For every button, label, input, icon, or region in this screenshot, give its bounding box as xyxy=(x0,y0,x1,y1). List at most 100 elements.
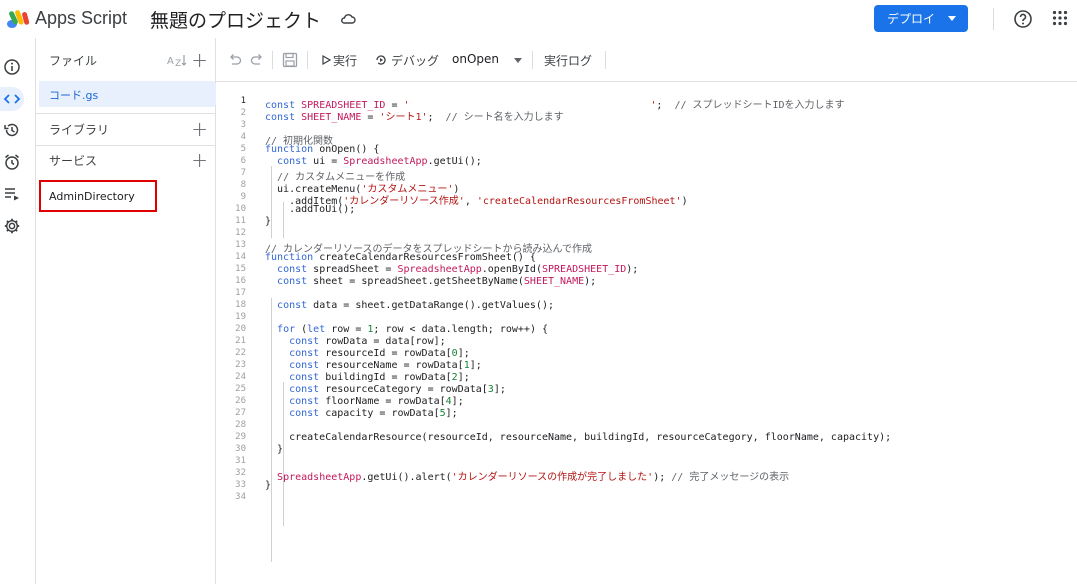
add-file-icon[interactable]: + xyxy=(191,50,208,70)
code-text: } xyxy=(265,216,272,227)
header-divider xyxy=(993,8,994,30)
line-number: 3 xyxy=(240,120,246,130)
toolbar-divider xyxy=(532,51,533,69)
google-apps-grid-icon[interactable] xyxy=(1052,10,1068,26)
add-service-icon[interactable]: + xyxy=(191,150,208,170)
info-icon xyxy=(4,59,20,75)
line-number: 34 xyxy=(235,492,246,502)
code-text: const resourceName = rowData[1]; xyxy=(289,360,482,371)
line-number: 13 xyxy=(235,240,246,250)
editor-toolbar: 実行 デバッグ onOpen 実行ログ xyxy=(216,38,1077,82)
service-item-admin-directory[interactable]: AdminDirectory xyxy=(39,180,157,212)
line-number: 18 xyxy=(235,300,246,310)
line-number: 12 xyxy=(235,228,246,238)
code-editor[interactable]: 1 const SPREADSHEET_ID = ' '; // スプレッドシート… xyxy=(216,82,1077,584)
line-number: 2 xyxy=(240,108,246,118)
code-text: for (let row = 1; row < data.length; row… xyxy=(277,324,549,335)
file-item-code-gs[interactable]: コード.gs xyxy=(39,81,216,107)
gear-icon xyxy=(4,218,20,234)
help-icon[interactable] xyxy=(1013,9,1033,29)
app-name: Apps Script xyxy=(35,8,128,28)
chevron-down-icon[interactable] xyxy=(514,58,522,63)
alarm-clock-icon xyxy=(5,154,19,170)
line-number: 27 xyxy=(235,408,246,418)
line-number: 5 xyxy=(240,144,246,154)
code-text: const buildingId = rowData[2]; xyxy=(289,372,470,383)
code-text: .addToUi(); xyxy=(265,204,356,215)
line-number: 25 xyxy=(235,384,246,394)
files-label: ファイル xyxy=(49,53,98,68)
line-number: 21 xyxy=(235,336,246,346)
libraries-row: ライブラリ + xyxy=(36,114,216,144)
files-header: ファイル A Z + xyxy=(36,45,216,75)
line-number: 28 xyxy=(235,420,246,430)
line-number: 9 xyxy=(240,192,246,202)
line-number: 33 xyxy=(235,480,246,490)
line-number: 26 xyxy=(235,396,246,406)
save-icon[interactable] xyxy=(282,52,298,68)
code-text: const rowData = data[row]; xyxy=(289,336,446,347)
run-label: 実行 xyxy=(333,54,358,68)
line-number: 17 xyxy=(235,288,246,298)
svg-text:Z: Z xyxy=(175,59,181,67)
play-icon xyxy=(322,55,331,65)
nav-triggers[interactable] xyxy=(0,150,24,174)
code-text: const resourceCategory = rowData[3]; xyxy=(289,384,506,395)
execution-log-button[interactable]: 実行ログ xyxy=(544,52,592,69)
code-text: const data = sheet.getDataRange().getVal… xyxy=(277,300,554,311)
line-number: 23 xyxy=(235,360,246,370)
line-number: 31 xyxy=(235,456,246,466)
playlist-play-icon xyxy=(5,188,19,201)
code-text: } xyxy=(265,444,284,455)
nav-overview[interactable] xyxy=(0,55,24,79)
toolbar-divider xyxy=(307,51,308,69)
code-text: const SHEET_NAME = 'シート1'; // シート名を入力します xyxy=(265,112,564,123)
line-number: 10 xyxy=(235,204,246,214)
line-number: 6 xyxy=(240,156,246,166)
nav-executions[interactable] xyxy=(0,182,24,206)
line-number: 11 xyxy=(235,216,246,226)
function-select[interactable]: onOpen xyxy=(452,52,499,66)
left-nav-rail xyxy=(0,38,36,584)
deploy-button[interactable]: デプロイ xyxy=(874,5,968,32)
code-text: const spreadSheet = SpreadsheetApp.openB… xyxy=(277,264,639,275)
debug-label: デバッグ xyxy=(391,54,440,68)
code-text: createCalendarResource(resourceId, resou… xyxy=(265,432,892,443)
line-number: 8 xyxy=(240,180,246,190)
code-text: const ui = SpreadsheetApp.getUi(); xyxy=(277,156,482,167)
apps-script-logo-icon[interactable] xyxy=(6,8,32,30)
history-icon xyxy=(4,123,19,137)
add-library-icon[interactable]: + xyxy=(191,119,208,139)
debug-icon xyxy=(376,55,386,65)
services-label: サービス xyxy=(49,153,98,168)
toolbar-divider xyxy=(272,51,273,69)
line-number: 24 xyxy=(235,372,246,382)
code-text: const sheet = spreadSheet.getSheetByName… xyxy=(277,276,597,287)
code-brackets-icon xyxy=(3,94,21,104)
line-number: 16 xyxy=(235,276,246,286)
sort-az-icon[interactable]: A Z xyxy=(167,53,189,67)
toolbar-divider xyxy=(605,51,606,69)
undo-icon[interactable] xyxy=(228,52,242,68)
line-number: 29 xyxy=(235,432,246,442)
top-bar: Apps Script 無題のプロジェクト デプロイ xyxy=(0,0,1077,38)
svg-text:A: A xyxy=(167,56,174,67)
services-row: サービス + xyxy=(36,145,216,175)
redo-icon[interactable] xyxy=(250,52,264,68)
nav-editor[interactable] xyxy=(0,87,24,111)
project-title[interactable]: 無題のプロジェクト xyxy=(150,6,321,33)
line-number: 1 xyxy=(240,96,246,106)
code-text: const resourceId = rowData[0]; xyxy=(289,348,470,359)
line-number: 4 xyxy=(240,132,246,142)
nav-settings[interactable] xyxy=(0,214,24,238)
libraries-label: ライブラリ xyxy=(49,122,110,137)
line-number: 32 xyxy=(235,468,246,478)
nav-executions-history[interactable] xyxy=(0,118,24,142)
line-number: 19 xyxy=(235,312,246,322)
line-number: 15 xyxy=(235,264,246,274)
line-number: 30 xyxy=(235,444,246,454)
line-number: 22 xyxy=(235,348,246,358)
code-text: SpreadsheetApp.getUi().alert('カレンダーリソースの… xyxy=(277,472,790,483)
file-name: コード.gs xyxy=(49,89,99,102)
service-name: AdminDirectory xyxy=(49,190,135,203)
